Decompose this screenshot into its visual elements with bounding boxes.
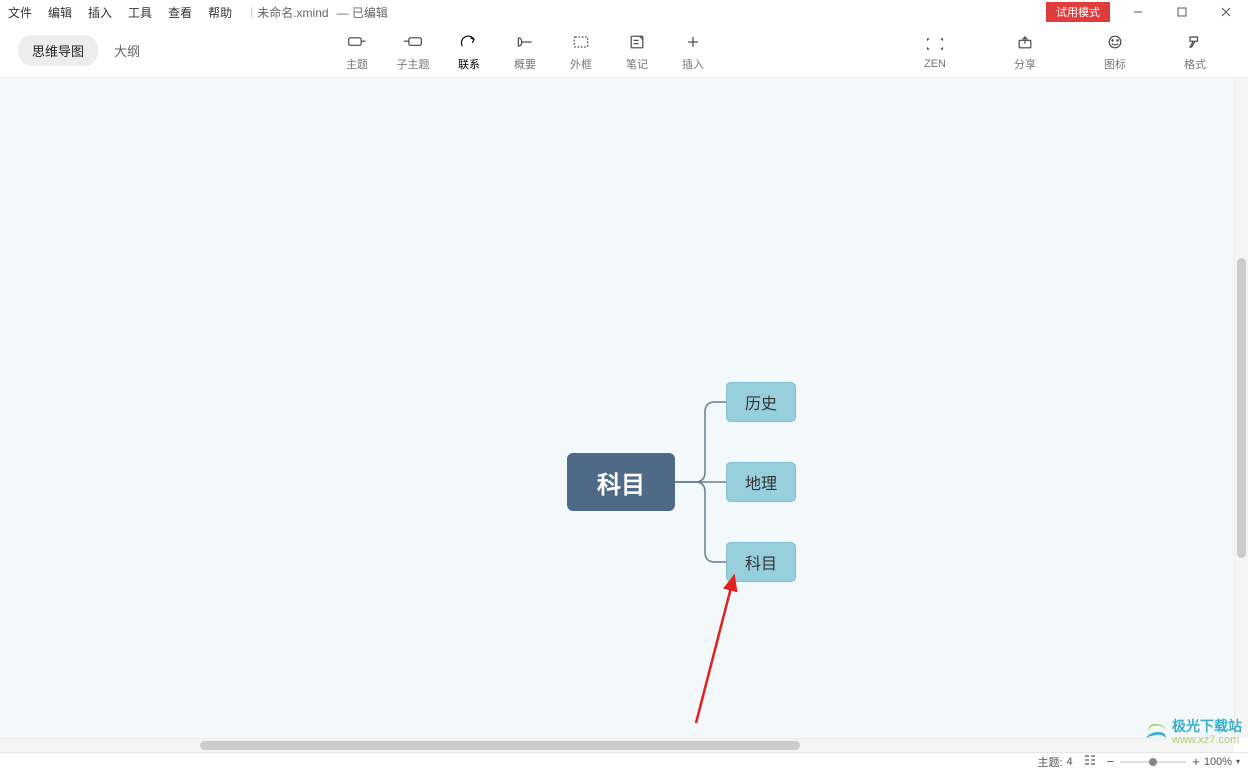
toolbar: 思维导图 大纲 主题 子主题 联系 概要 外框 笔记 插入 <box>0 24 1248 78</box>
menu-edit[interactable]: 编辑 <box>40 4 80 21</box>
tool-relation[interactable]: 联系 <box>441 30 497 72</box>
zoom-out-button[interactable]: − <box>1107 754 1115 769</box>
emoji-icon <box>1090 30 1140 54</box>
menu-file[interactable]: 文件 <box>0 4 40 21</box>
trial-badge[interactable]: 试用模式 <box>1046 2 1110 22</box>
file-name: 未命名.xmind <box>257 4 328 21</box>
maximize-button[interactable] <box>1160 0 1204 24</box>
summary-icon <box>497 30 553 54</box>
relation-icon <box>441 30 497 54</box>
share-icon <box>1000 30 1050 54</box>
menu-help[interactable]: 帮助 <box>200 4 240 21</box>
tab-outline[interactable]: 大纲 <box>114 41 140 60</box>
tool-boundary[interactable]: 外框 <box>553 30 609 72</box>
tool-topic[interactable]: 主题 <box>329 30 385 72</box>
tab-mindmap[interactable]: 思维导图 <box>18 35 98 66</box>
root-node[interactable]: 科目 <box>567 453 675 511</box>
insert-icon <box>665 30 721 54</box>
tool-notes[interactable]: 笔记 <box>609 30 665 72</box>
tool-summary[interactable]: 概要 <box>497 30 553 72</box>
child-node-2[interactable]: 地理 <box>726 462 796 502</box>
zoom-value[interactable]: 100% <box>1204 756 1232 768</box>
title-area: | 未命名.xmind — 已编辑 <box>240 4 1046 21</box>
tool-share[interactable]: 分享 <box>1000 30 1050 72</box>
close-button[interactable] <box>1204 0 1248 24</box>
annotation-arrow <box>686 568 746 728</box>
window-controls <box>1116 0 1248 24</box>
h-scroll-thumb[interactable] <box>200 741 800 750</box>
title-bar: 文件 编辑 插入 工具 查看 帮助 | 未命名.xmind — 已编辑 试用模式 <box>0 0 1248 24</box>
tool-insert[interactable]: 插入 <box>665 30 721 72</box>
watermark-brand: 极光下载站 <box>1172 719 1242 734</box>
zoom-slider[interactable] <box>1118 757 1188 767</box>
format-icon <box>1170 30 1220 54</box>
tool-icons[interactable]: 图标 <box>1090 30 1140 72</box>
tool-format[interactable]: 格式 <box>1170 30 1220 72</box>
menu-view[interactable]: 查看 <box>160 4 200 21</box>
status-bar: 主题: 4 − + 100% ▾ <box>0 752 1248 770</box>
zoom-dropdown-icon[interactable]: ▾ <box>1236 757 1240 766</box>
boundary-icon <box>553 30 609 54</box>
watermark: 极光下载站 www.xz7.com <box>1144 719 1242 746</box>
zoom-controls: − + 100% ▾ <box>1107 754 1240 769</box>
menu-tools[interactable]: 工具 <box>120 4 160 21</box>
menu-bar: 文件 编辑 插入 工具 查看 帮助 <box>0 0 240 24</box>
outline-toggle-icon[interactable] <box>1083 754 1097 769</box>
subtopic-icon <box>385 30 441 54</box>
tool-zen[interactable]: ZEN <box>910 32 960 70</box>
topic-icon <box>329 30 385 54</box>
horizontal-scrollbar[interactable] <box>0 738 1234 752</box>
child-node-1[interactable]: 历史 <box>726 382 796 422</box>
connectors <box>0 78 1234 738</box>
v-scroll-thumb[interactable] <box>1237 258 1246 558</box>
tool-subtopic[interactable]: 子主题 <box>385 30 441 72</box>
minimize-button[interactable] <box>1116 0 1160 24</box>
notes-icon <box>609 30 665 54</box>
watermark-url: www.xz7.com <box>1172 734 1242 746</box>
topic-count-label: 主题: <box>1037 754 1062 770</box>
zoom-in-button[interactable]: + <box>1192 754 1200 769</box>
menu-insert[interactable]: 插入 <box>80 4 120 21</box>
zen-icon <box>910 32 960 56</box>
canvas[interactable]: 科目 历史 地理 科目 <box>0 78 1234 738</box>
file-state: — 已编辑 <box>337 4 388 21</box>
topic-count-value: 4 <box>1067 756 1073 768</box>
watermark-logo-icon <box>1144 720 1168 744</box>
vertical-scrollbar[interactable] <box>1234 78 1248 738</box>
